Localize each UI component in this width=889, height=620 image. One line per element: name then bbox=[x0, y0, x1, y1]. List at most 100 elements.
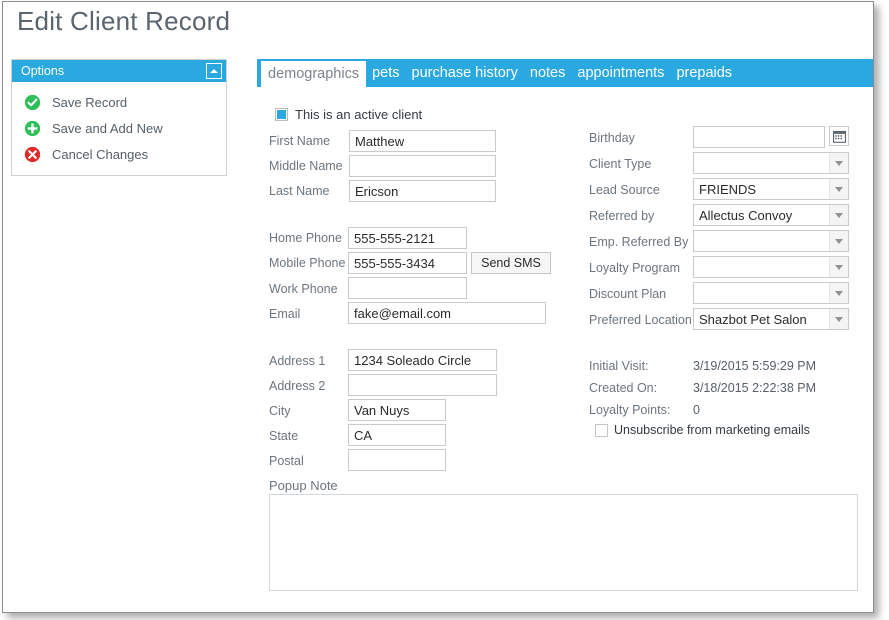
options-panel: Options Save Record Save and Add New Can… bbox=[11, 59, 227, 176]
chevron-down-icon bbox=[829, 283, 848, 303]
options-panel-title: Options bbox=[21, 64, 65, 78]
loyalty-points-label: Loyalty Points: bbox=[589, 403, 671, 417]
loyalty-points-value: 0 bbox=[693, 403, 700, 417]
chevron-down-icon bbox=[829, 257, 848, 277]
caret-glyph bbox=[835, 264, 843, 270]
email-label: Email bbox=[269, 307, 301, 321]
mobile-phone-input[interactable]: 555-555-3434 bbox=[348, 252, 467, 274]
tab-purchase-history[interactable]: purchase history bbox=[406, 59, 524, 87]
check-circle-icon bbox=[24, 94, 41, 110]
options-list: Save Record Save and Add New Cancel Chan… bbox=[12, 82, 226, 175]
active-client-checkbox[interactable]: This is an active client bbox=[275, 107, 422, 122]
emp-referred-by-select[interactable] bbox=[693, 230, 849, 252]
caret-glyph bbox=[835, 290, 843, 296]
tab-demographics-label: demographics bbox=[268, 66, 360, 82]
tab-pets[interactable]: pets bbox=[366, 59, 405, 87]
email-input[interactable]: fake@email.com bbox=[348, 302, 546, 324]
loyalty-program-label: Loyalty Program bbox=[589, 261, 681, 275]
chevron-up-icon[interactable] bbox=[206, 63, 222, 79]
tab-bar: demographics pets purchase history notes… bbox=[257, 59, 873, 87]
edit-client-record-window: Edit Client Record Options Save Record S… bbox=[2, 1, 874, 613]
save-record-button[interactable]: Save Record bbox=[12, 89, 226, 115]
cancel-changes-label: Cancel Changes bbox=[52, 146, 149, 162]
lead-source-label: Lead Source bbox=[589, 183, 660, 197]
loyalty-program-select[interactable] bbox=[693, 256, 849, 278]
popup-note-textarea[interactable] bbox=[269, 494, 858, 591]
city-input[interactable]: Van Nuys bbox=[348, 399, 446, 421]
save-and-add-new-button[interactable]: Save and Add New bbox=[12, 115, 226, 141]
middle-name-label: Middle Name bbox=[269, 159, 343, 173]
options-panel-header: Options bbox=[12, 60, 226, 82]
tab-notes[interactable]: notes bbox=[524, 59, 571, 87]
last-name-label: Last Name bbox=[269, 184, 330, 198]
lead-source-select[interactable]: FRIENDS bbox=[693, 178, 849, 200]
home-phone-label: Home Phone bbox=[269, 231, 342, 245]
work-phone-input[interactable] bbox=[348, 277, 467, 299]
cancel-circle-icon bbox=[24, 146, 41, 162]
preferred-location-select[interactable]: Shazbot Pet Salon bbox=[693, 308, 849, 330]
lead-source-value: FRIENDS bbox=[699, 181, 757, 197]
chevron-down-icon bbox=[829, 153, 848, 173]
send-sms-button[interactable]: Send SMS bbox=[471, 252, 551, 274]
emp-referred-by-label: Emp. Referred By bbox=[589, 235, 689, 249]
discount-plan-select[interactable] bbox=[693, 282, 849, 304]
address2-label: Address 2 bbox=[269, 379, 326, 393]
middle-name-input[interactable] bbox=[349, 155, 496, 177]
caret-glyph bbox=[835, 238, 843, 244]
checkbox-checked-icon bbox=[275, 108, 288, 121]
popup-note-label: Popup Note bbox=[269, 478, 338, 493]
tab-pets-label: pets bbox=[372, 65, 400, 81]
referred-by-label: Referred by bbox=[589, 209, 655, 223]
checkbox-unchecked-icon bbox=[595, 423, 608, 437]
state-label: State bbox=[269, 429, 299, 443]
chevron-down-icon bbox=[829, 309, 848, 329]
caret-glyph bbox=[835, 160, 843, 166]
discount-plan-label: Discount Plan bbox=[589, 287, 667, 301]
unsubscribe-label: Unsubscribe from marketing emails bbox=[614, 423, 810, 437]
plus-circle-icon bbox=[24, 120, 41, 136]
tab-demographics[interactable]: demographics bbox=[261, 61, 367, 87]
page-title: Edit Client Record bbox=[17, 6, 231, 36]
first-name-input[interactable]: Matthew bbox=[349, 130, 496, 152]
address1-input[interactable]: 1234 Soleado Circle bbox=[348, 349, 497, 371]
save-and-add-new-label: Save and Add New bbox=[52, 120, 163, 136]
referred-by-select[interactable]: Allectus Convoy bbox=[693, 204, 849, 226]
active-client-label: This is an active client bbox=[295, 107, 423, 122]
tab-purchase-history-label: purchase history bbox=[411, 65, 518, 81]
state-input[interactable]: CA bbox=[348, 424, 446, 446]
chevron-up-glyph bbox=[210, 69, 218, 73]
created-on-value: 3/18/2015 2:22:38 PM bbox=[693, 381, 817, 395]
cancel-changes-button[interactable]: Cancel Changes bbox=[12, 141, 226, 167]
work-phone-label: Work Phone bbox=[269, 282, 338, 296]
tab-prepaids-label: prepaids bbox=[676, 65, 733, 81]
postal-input[interactable] bbox=[348, 449, 446, 471]
preferred-location-label: Preferred Location bbox=[589, 313, 692, 327]
chevron-down-icon bbox=[829, 205, 848, 225]
tab-appointments[interactable]: appointments bbox=[571, 59, 670, 87]
created-on-label: Created On: bbox=[589, 381, 658, 395]
checkbox-fill bbox=[277, 110, 286, 119]
birthday-label: Birthday bbox=[589, 131, 635, 145]
chevron-down-icon bbox=[829, 231, 848, 251]
caret-glyph bbox=[835, 186, 843, 192]
unsubscribe-checkbox[interactable]: Unsubscribe from marketing emails bbox=[595, 423, 810, 437]
initial-visit-value: 3/19/2015 5:59:29 PM bbox=[693, 359, 817, 373]
mobile-phone-label: Mobile Phone bbox=[269, 256, 346, 270]
address2-input[interactable] bbox=[348, 374, 497, 396]
chevron-down-icon bbox=[829, 179, 848, 199]
address1-label: Address 1 bbox=[269, 354, 326, 368]
client-type-select[interactable] bbox=[693, 152, 849, 174]
tab-prepaids[interactable]: prepaids bbox=[670, 59, 738, 87]
calendar-icon[interactable] bbox=[829, 126, 849, 146]
first-name-label: First Name bbox=[269, 134, 331, 148]
home-phone-input[interactable]: 555-555-2121 bbox=[348, 227, 467, 249]
referred-by-value: Allectus Convoy bbox=[699, 207, 793, 223]
caret-glyph bbox=[835, 316, 843, 322]
preferred-location-value: Shazbot Pet Salon bbox=[699, 311, 807, 327]
caret-glyph bbox=[835, 212, 843, 218]
save-record-label: Save Record bbox=[52, 94, 128, 110]
initial-visit-label: Initial Visit: bbox=[589, 359, 649, 373]
last-name-input[interactable]: Ericson bbox=[349, 180, 496, 202]
birthday-input[interactable] bbox=[693, 126, 825, 148]
calendar-glyph bbox=[832, 130, 846, 143]
